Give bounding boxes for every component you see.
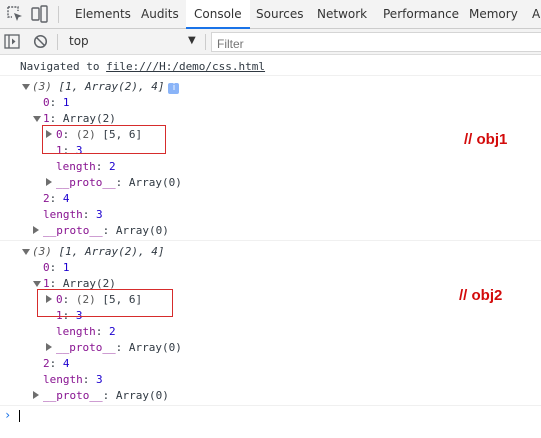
text-caret (19, 410, 20, 422)
array-length: length: 3 (43, 208, 103, 221)
array-summary[interactable]: (3) [1, Array(2), 4] i (32, 79, 180, 94)
array-entry: 0: 1 (43, 261, 70, 274)
collapse-arrow-icon[interactable] (46, 343, 52, 351)
tab-network[interactable]: Network (309, 0, 375, 28)
toolbar-divider (57, 34, 58, 50)
array-length: length: 2 (56, 325, 116, 338)
console-prompt[interactable]: › (0, 405, 541, 425)
tab-elements[interactable]: Elements (66, 0, 140, 28)
array-entry-nested[interactable]: 1: Array(2) (43, 111, 116, 126)
filter-field[interactable] (211, 32, 541, 53)
toolbar-divider (58, 6, 59, 23)
filter-input[interactable] (212, 35, 541, 53)
expand-arrow-icon[interactable] (22, 84, 30, 90)
proto-entry[interactable]: __proto__: Array(0) (43, 223, 169, 238)
tab-console[interactable]: Console (186, 0, 250, 29)
sidebar-toggle-icon[interactable] (4, 34, 20, 49)
tab-performance[interactable]: Performance (375, 0, 467, 28)
console-toolbar: top ▼ (0, 29, 541, 55)
expand-arrow-icon[interactable] (33, 281, 41, 287)
proto-entry[interactable]: __proto__: Array(0) (56, 175, 182, 190)
dropdown-arrow-icon[interactable]: ▼ (188, 35, 196, 46)
tab-sources[interactable]: Sources (248, 0, 311, 28)
navigation-prefix: Navigated to (20, 60, 107, 73)
array-entry: 2: 4 (43, 357, 70, 370)
collapse-arrow-icon[interactable] (46, 178, 52, 186)
proto-entry[interactable]: __proto__: Array(0) (56, 340, 182, 355)
collapse-arrow-icon[interactable] (33, 391, 39, 399)
inspect-element-icon[interactable] (6, 5, 24, 23)
tab-audits[interactable]: Audits (133, 0, 187, 28)
array-entry: 2: 4 (43, 192, 70, 205)
context-selector[interactable]: top (69, 34, 89, 48)
navigation-link[interactable]: file:///H:/demo/css.html (106, 60, 265, 73)
highlight-box (42, 125, 166, 154)
toolbar-divider (205, 34, 206, 50)
array-length: length: 3 (43, 373, 103, 386)
expand-arrow-icon[interactable] (22, 249, 30, 255)
expand-arrow-icon[interactable] (33, 116, 41, 122)
clear-console-icon[interactable] (33, 34, 48, 49)
annotation-label: // obj2 (459, 287, 503, 304)
highlight-box (37, 289, 173, 317)
collapse-arrow-icon[interactable] (33, 226, 39, 234)
proto-entry[interactable]: __proto__: Array(0) (43, 388, 169, 403)
tab-overflow[interactable]: A (525, 0, 541, 28)
array-entry: 0: 1 (43, 96, 70, 109)
array-summary[interactable]: (3) [1, Array(2), 4] (32, 244, 164, 259)
devtools-tab-bar: Elements Audits Console Sources Network … (0, 0, 541, 29)
prompt-chevron-icon: › (4, 408, 12, 422)
device-toolbar-icon[interactable] (30, 5, 48, 23)
annotation-label: // obj1 (464, 131, 508, 148)
message-divider (0, 240, 541, 241)
tab-memory[interactable]: Memory (461, 0, 526, 28)
array-length: length: 2 (56, 160, 116, 173)
info-icon[interactable]: i (168, 83, 180, 94)
navigation-message: Navigated to file:///H:/demo/css.html (20, 59, 265, 74)
message-divider (0, 75, 541, 76)
